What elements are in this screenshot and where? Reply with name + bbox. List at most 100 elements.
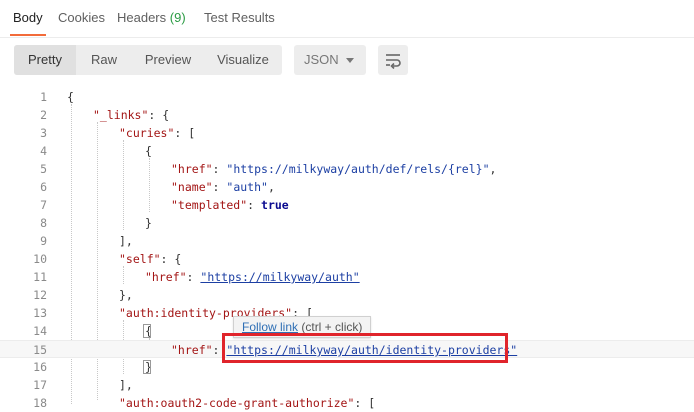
chevron-down-icon [346, 58, 354, 63]
json-key: "href" [145, 270, 187, 284]
code-text: { [67, 88, 74, 106]
json-punctuation: : { [148, 108, 170, 122]
json-punctuation: { [67, 90, 74, 104]
json-punctuation: ], [119, 234, 133, 248]
follow-link-hint: (ctrl + click) [301, 320, 363, 334]
code-line: 11 "href": "https://milkyway/auth" [0, 268, 694, 286]
visualize-button[interactable]: Visualize [204, 45, 282, 75]
line-number: 9 [40, 234, 47, 248]
line-number: 2 [40, 108, 47, 122]
json-key: "templated" [171, 198, 248, 212]
code-text: "_links": { [93, 106, 169, 124]
tab-body[interactable]: Body [10, 0, 46, 36]
line-number: 13 [33, 306, 47, 320]
line-number: 16 [33, 360, 47, 374]
line-number: 3 [40, 126, 47, 140]
wrap-lines-button[interactable] [378, 45, 408, 75]
tab-test-results-label: Test Results [204, 10, 275, 25]
code-text: ], [119, 376, 133, 394]
line-number: 14 [33, 324, 47, 338]
code-line: 12}, [0, 286, 694, 304]
json-key: "curies" [119, 126, 175, 140]
json-string: "auth" [226, 180, 268, 194]
tab-test-results[interactable]: Test Results [202, 0, 277, 36]
code-line: 2 "_links": { [0, 106, 694, 124]
line-number: 17 [33, 378, 47, 392]
code-line: 7 "templated": true [0, 196, 694, 214]
code-text: "templated": true [171, 196, 289, 214]
highlight-annotation [222, 333, 508, 363]
line-number: 12 [33, 288, 47, 302]
code-text: "name": "auth", [171, 178, 275, 196]
json-punctuation: ], [119, 378, 133, 392]
json-key: "_links" [93, 108, 149, 122]
response-tabs: Body Cookies Headers (9) Test Results [0, 0, 694, 38]
json-punctuation: , [489, 162, 497, 176]
code-text: "auth:oauth2-code-grant-authorize": [ [119, 394, 375, 412]
code-text: "href": "https://milkyway/auth/def/rels/… [171, 160, 496, 178]
json-punctuation: , [267, 180, 275, 194]
code-text: }, [119, 286, 133, 304]
json-punctuation: { [145, 144, 152, 158]
json-punctuation: : [212, 180, 227, 194]
code-line: 4{ [0, 142, 694, 160]
json-punctuation: : [247, 198, 262, 212]
code-text: "self": { [119, 250, 181, 268]
response-toolbar: Pretty Raw Preview Visualize JSON [14, 45, 408, 75]
format-select[interactable]: JSON [294, 45, 366, 75]
json-key: "href" [171, 162, 213, 176]
json-key: "href" [171, 343, 213, 357]
code-line: 3 "curies": [ [0, 124, 694, 142]
format-select-value: JSON [304, 52, 339, 67]
code-line: 8} [0, 214, 694, 232]
line-number: 18 [33, 396, 47, 410]
raw-button[interactable]: Raw [76, 45, 132, 75]
line-number: 4 [40, 144, 47, 158]
json-key: "auth:oauth2-code-grant-authorize" [119, 396, 355, 410]
bracket-match-marker [143, 360, 151, 374]
view-mode-group: Pretty Raw Preview Visualize [14, 45, 282, 75]
json-key: "name" [171, 180, 213, 194]
wrap-lines-icon [386, 54, 401, 69]
headers-count-badge: (9) [169, 10, 186, 25]
code-line: 6 "name": "auth", [0, 178, 694, 196]
tab-cookies[interactable]: Cookies [56, 0, 107, 36]
line-number: 11 [33, 270, 47, 284]
tab-headers[interactable]: Headers (9) [115, 0, 188, 36]
json-string: "https://milkyway/auth/def/rels/{rel}" [226, 162, 490, 176]
json-punctuation: : [ [174, 126, 196, 140]
code-line: 5 "href": "https://milkyway/auth/def/rels… [0, 160, 694, 178]
tab-cookies-label: Cookies [58, 10, 105, 25]
line-number: 5 [40, 162, 47, 176]
follow-link[interactable]: Follow link [242, 320, 298, 334]
code-line: 18 "auth:oauth2-code-grant-authorize": [ [0, 394, 694, 412]
code-text: "curies": [ [119, 124, 195, 142]
line-number: 1 [40, 90, 47, 104]
code-line: 1{ [0, 88, 694, 106]
code-text: ], [119, 232, 133, 250]
code-line: 17], [0, 376, 694, 394]
json-punctuation: }, [119, 288, 133, 302]
code-line: 9], [0, 232, 694, 250]
line-number: 8 [40, 216, 47, 230]
json-punctuation: : [186, 270, 201, 284]
tab-headers-label: Headers [117, 10, 167, 25]
line-number: 15 [33, 343, 47, 357]
preview-button[interactable]: Preview [132, 45, 204, 75]
code-text: { [145, 142, 152, 160]
json-key: "self" [119, 252, 161, 266]
code-text: } [145, 214, 152, 232]
json-link[interactable]: "https://milkyway/auth" [200, 270, 359, 284]
tab-body-label: Body [13, 10, 43, 25]
line-number: 7 [40, 198, 47, 212]
json-punctuation: : { [160, 252, 182, 266]
json-boolean: true [261, 198, 289, 212]
json-punctuation: : [212, 162, 227, 176]
code-line: 10 "self": { [0, 250, 694, 268]
json-punctuation: : [ [354, 396, 376, 410]
pretty-button[interactable]: Pretty [14, 45, 76, 75]
code-text: "href": "https://milkyway/auth" [145, 268, 360, 286]
line-number: 10 [33, 252, 47, 266]
json-punctuation: } [145, 216, 152, 230]
line-number: 6 [40, 180, 47, 194]
